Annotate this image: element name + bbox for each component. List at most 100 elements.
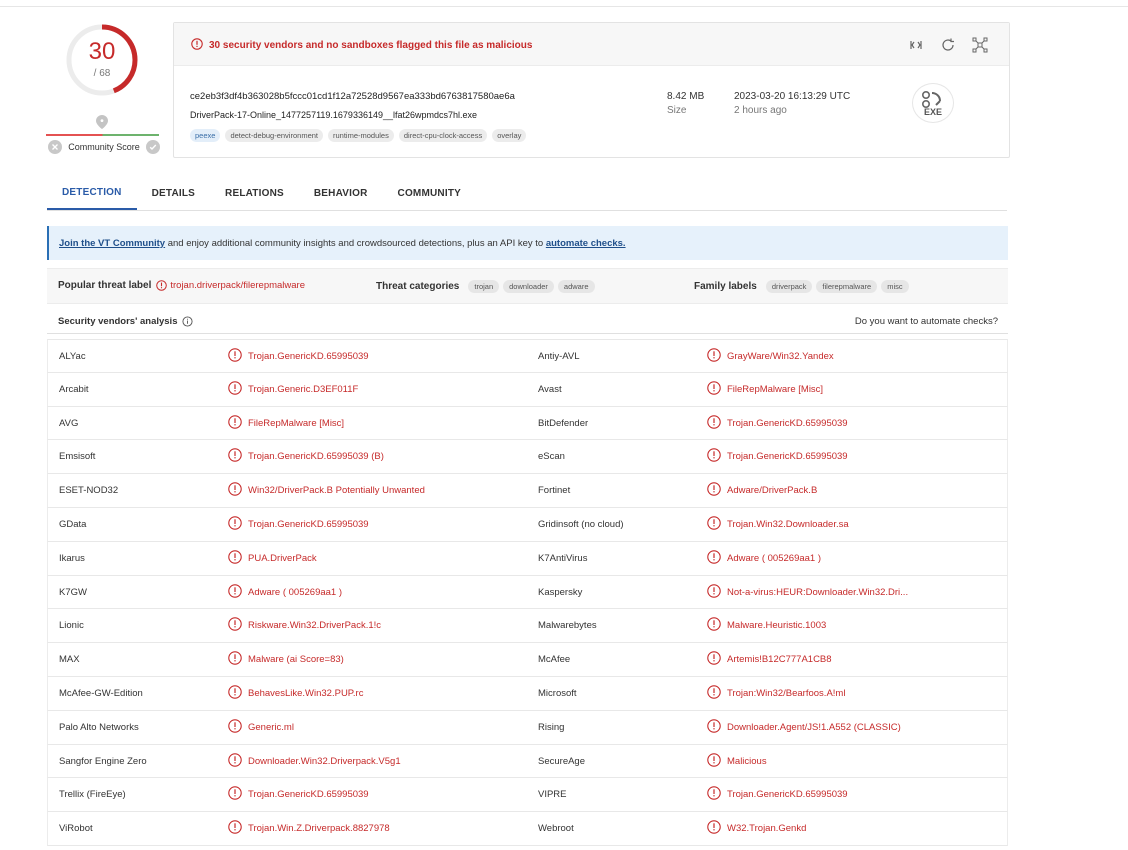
automate-checks-link[interactable]: automate checks. bbox=[546, 238, 626, 249]
automate-question[interactable]: Do you want to automate checks? bbox=[855, 316, 998, 327]
table-row: McAfee-GW-Edition BehavesLike.Win32.PUP.r… bbox=[47, 676, 1008, 711]
detection-result: Trojan.Generic.D3EF011F bbox=[228, 373, 358, 406]
threat-category-chip[interactable]: adware bbox=[557, 280, 595, 293]
table-row: Sangfor Engine Zero Downloader.Win32.Driv… bbox=[47, 744, 1008, 779]
table-row: MAX Malware (ai Score=83) McAfee Artemis!B1… bbox=[47, 643, 1008, 677]
detection-result: FileRepMalware [Misc] bbox=[228, 407, 344, 440]
alert-circle-icon bbox=[707, 583, 721, 601]
threat-category-chip[interactable]: trojan bbox=[468, 280, 500, 293]
detection-text: Trojan.Win32.Downloader.sa bbox=[727, 518, 849, 530]
vendor-name: ViRobot bbox=[59, 823, 93, 835]
detection-text: GrayWare/Win32.Yandex bbox=[727, 351, 834, 362]
vendor-name: AVG bbox=[59, 417, 79, 429]
file-tag[interactable]: overlay bbox=[492, 129, 527, 142]
detection-result: PUA.DriverPack bbox=[228, 542, 317, 575]
detection-result: Malicious bbox=[707, 745, 767, 778]
reanalyze-icon[interactable] bbox=[939, 36, 957, 54]
top-divider bbox=[0, 6, 1128, 7]
family-labels-title: Family labels bbox=[694, 281, 757, 292]
vendor-name: Rising bbox=[538, 721, 565, 733]
table-row: Ikarus PUA.DriverPack K7AntiVirus Adware ( … bbox=[47, 541, 1008, 576]
detection-result: FileRepMalware [Misc] bbox=[707, 373, 823, 406]
vendors-table: ALYac Trojan.GenericKD.65995039 Antiy-AVL G… bbox=[47, 339, 1008, 846]
detection-count: 30 bbox=[88, 38, 116, 65]
file-tag[interactable]: runtime-modules bbox=[328, 129, 394, 142]
threat-category-chip[interactable]: downloader bbox=[503, 280, 554, 293]
vote-harmless-icon[interactable] bbox=[146, 140, 160, 154]
tab-relations[interactable]: RELATIONS bbox=[210, 176, 299, 210]
file-size: 8.42 MB Size bbox=[667, 90, 704, 118]
vendor-name: Avast bbox=[538, 383, 562, 395]
file-tag[interactable]: peexe bbox=[190, 129, 221, 142]
family-label-chip[interactable]: driverpack bbox=[765, 280, 813, 293]
join-community-link[interactable]: Join the VT Community bbox=[59, 238, 165, 249]
file-tag[interactable]: detect-debug-environment bbox=[225, 129, 323, 142]
family-label-chip[interactable]: misc bbox=[881, 280, 909, 293]
vendor-name: Fortinet bbox=[538, 485, 571, 497]
vendor-name: K7AntiVirus bbox=[538, 552, 588, 564]
vote-harmful-icon[interactable] bbox=[48, 140, 62, 154]
vendors-title: Security vendors' analysis bbox=[58, 316, 194, 327]
tab-detection[interactable]: DETECTION bbox=[47, 176, 137, 210]
vendor-name: Malwarebytes bbox=[538, 620, 597, 632]
vendor-name: MAX bbox=[59, 654, 80, 666]
file-hash[interactable]: ce2eb3f3df4b363028b5fccc01cd1f12a72528d9… bbox=[190, 91, 515, 102]
detection-result: Trojan.Win32.Downloader.sa bbox=[707, 508, 849, 541]
table-row: Trellix (FireEye) Trojan.GenericKD.659950… bbox=[47, 778, 1008, 813]
alert-circle-icon bbox=[707, 820, 721, 837]
tab-community[interactable]: COMMUNITY bbox=[383, 176, 476, 210]
vendor-name: McAfee-GW-Edition bbox=[59, 687, 143, 699]
vendor-name: Ikarus bbox=[59, 552, 85, 564]
community-score: Community Score bbox=[48, 139, 160, 155]
detection-result: Trojan.GenericKD.65995039 bbox=[228, 508, 369, 541]
compare-icon[interactable] bbox=[907, 36, 925, 54]
vendor-name: Arcabit bbox=[59, 383, 89, 395]
detection-result: Generic.ml bbox=[228, 711, 294, 744]
family-label-chip[interactable]: filerepmalware bbox=[816, 280, 878, 293]
vendor-name: SecureAge bbox=[538, 755, 586, 767]
detection-text: Trojan.GenericKD.65995039 bbox=[248, 518, 369, 530]
community-score-bar bbox=[46, 134, 159, 136]
vendor-name: GData bbox=[59, 518, 87, 530]
alert-circle-icon bbox=[707, 685, 721, 702]
detection-text: Trojan.GenericKD.65995039 bbox=[727, 417, 848, 429]
table-row: ESET-NOD32 Win32/DriverPack.B Potentially… bbox=[47, 474, 1008, 508]
vendor-name: ESET-NOD32 bbox=[59, 485, 119, 497]
detection-result: Adware/DriverPack.B bbox=[707, 474, 817, 507]
detection-result: Trojan.GenericKD.65995039 bbox=[707, 407, 848, 440]
alert-circle-icon bbox=[707, 482, 721, 499]
file-type-badge: EXE bbox=[912, 83, 954, 123]
info-icon[interactable] bbox=[182, 316, 194, 327]
detection-text: Malware.Heuristic.1003 bbox=[727, 620, 827, 632]
detection-result: Trojan.GenericKD.65995039 bbox=[228, 778, 369, 811]
tab-details[interactable]: DETAILS bbox=[137, 176, 210, 210]
vendor-name: Emsisoft bbox=[59, 451, 96, 463]
file-tag[interactable]: direct-cpu-clock-access bbox=[398, 129, 488, 142]
banner-text: and enjoy additional community insights … bbox=[165, 237, 546, 249]
tab-behavior[interactable]: BEHAVIOR bbox=[299, 176, 383, 210]
popular-threat-text[interactable]: trojan.driverpack/filerepmalware bbox=[170, 280, 305, 291]
detection-result: W32.Trojan.Genkd bbox=[707, 812, 806, 845]
table-row: AVG FileRepMalware [Misc] BitDefender Troja… bbox=[47, 406, 1008, 441]
alert-circle-icon bbox=[228, 482, 242, 499]
file-name: DriverPack-17-Online_1477257119.16793361… bbox=[190, 110, 478, 120]
family-labels: Family labels driverpack filerepmalware mi… bbox=[694, 280, 909, 293]
vendor-name: Lionic bbox=[59, 620, 84, 632]
detection-text: Not-a-virus:HEUR:Downloader.Win32.Dri... bbox=[727, 586, 909, 598]
detection-result: Artemis!B12C777A1CB8 bbox=[707, 643, 832, 676]
detection-text: Malware (ai Score=83) bbox=[248, 654, 344, 666]
graph-icon[interactable] bbox=[971, 36, 989, 54]
detection-text: Trojan.GenericKD.65995039 (B) bbox=[248, 451, 384, 463]
detection-text: Trojan.GenericKD.65995039 bbox=[248, 351, 369, 362]
table-row: ALYac Trojan.GenericKD.65995039 Antiy-AVL G… bbox=[47, 339, 1008, 373]
detection-result: Not-a-virus:HEUR:Downloader.Win32.Dri... bbox=[707, 576, 908, 609]
report-tabs: DETECTION DETAILS RELATIONS BEHAVIOR COMMUNI… bbox=[47, 176, 1007, 211]
alert-text: 30 security vendors and no sandboxes fla… bbox=[209, 40, 533, 51]
detection-text: W32.Trojan.Genkd bbox=[727, 823, 807, 835]
detection-text: Trojan:Win32/Bearfoos.A!ml bbox=[727, 687, 846, 699]
detection-result: Riskware.Win32.DriverPack.1!c bbox=[228, 609, 381, 642]
detection-result: Trojan.GenericKD.65995039 bbox=[707, 778, 848, 811]
malicious-alert: 30 security vendors and no sandboxes fla… bbox=[191, 38, 532, 53]
community-banner: Join the VT Community and enjoy addition… bbox=[47, 226, 1008, 260]
alert-circle-icon bbox=[228, 820, 242, 837]
